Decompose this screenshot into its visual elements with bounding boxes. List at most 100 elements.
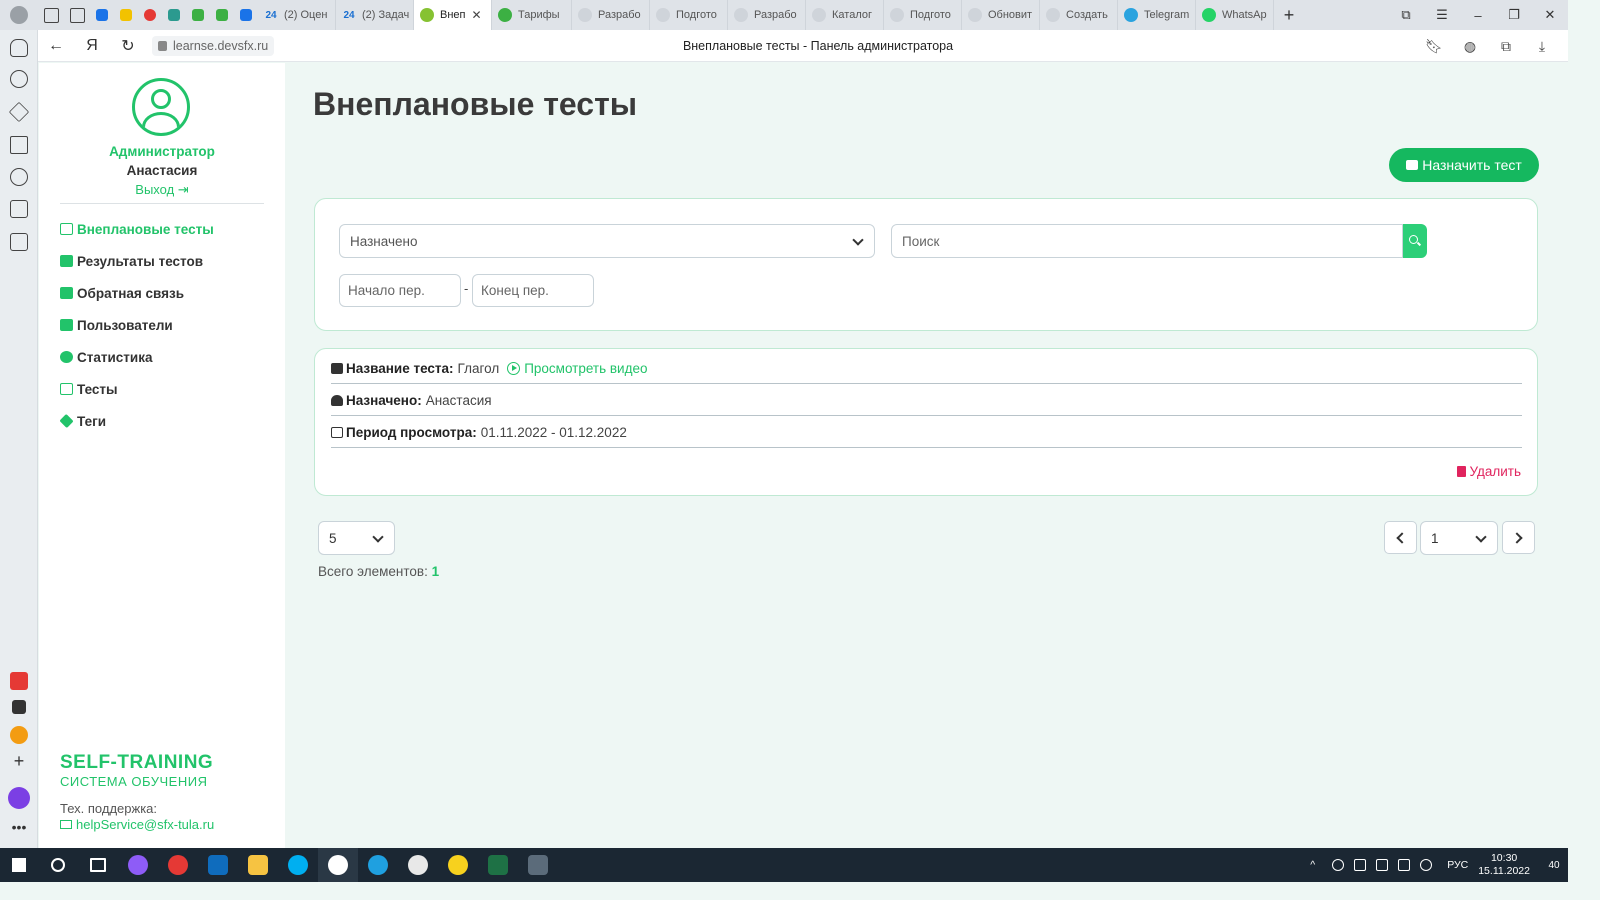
- taskbar-yandex[interactable]: [158, 848, 198, 882]
- reload-button[interactable]: ↻: [110, 30, 146, 62]
- close-tab-icon[interactable]: ✕: [472, 8, 482, 22]
- app-yandex-icon[interactable]: [10, 726, 28, 744]
- windows-icon: [12, 858, 26, 872]
- calendar-icon[interactable]: [10, 200, 28, 218]
- assign-test-button[interactable]: Назначить тест: [1389, 148, 1539, 182]
- taskbar-excel[interactable]: [478, 848, 518, 882]
- history-icon[interactable]: [10, 70, 28, 88]
- bookmark-icon[interactable]: 🔖︎: [1416, 38, 1452, 55]
- period-start-input[interactable]: Начало пер.: [339, 274, 461, 307]
- taskbar-yandex-browser[interactable]: [318, 848, 358, 882]
- browser-tab[interactable]: Telegram: [1118, 0, 1196, 30]
- profile-avatar[interactable]: [0, 0, 38, 30]
- pinned-tab-1[interactable]: [90, 0, 114, 30]
- pinned-tab-2[interactable]: [114, 0, 138, 30]
- taskbar-outlook[interactable]: [198, 848, 238, 882]
- star-icon[interactable]: [8, 101, 30, 123]
- logout-link[interactable]: Выход ⇥: [39, 182, 285, 198]
- sidebar-item-statistics[interactable]: Статистика: [60, 347, 152, 367]
- pinned-tab-3[interactable]: [138, 0, 162, 30]
- pinned-tab-20[interactable]: [38, 0, 64, 30]
- browser-tab[interactable]: Каталог: [806, 0, 884, 30]
- bell-icon[interactable]: [10, 39, 28, 57]
- view-video-link[interactable]: Просмотреть видео: [507, 361, 648, 376]
- volume-icon[interactable]: [1420, 859, 1433, 871]
- clock-time: 10:30: [1490, 852, 1518, 864]
- display-icon[interactable]: [1398, 859, 1411, 871]
- notifications-button[interactable]: 40: [1540, 848, 1568, 882]
- period-end-input[interactable]: Конец пер.: [472, 274, 594, 307]
- search-button[interactable]: [1403, 224, 1427, 258]
- taskbar-search[interactable]: [38, 848, 78, 882]
- sidebar-item-test-results[interactable]: Результаты тестов: [60, 251, 203, 271]
- folder-icon: [69, 7, 85, 23]
- app-b-icon[interactable]: [12, 700, 26, 714]
- restore-icon[interactable]: ❐: [1496, 7, 1532, 23]
- microphone-icon[interactable]: [1332, 859, 1345, 871]
- pinned-tab-4[interactable]: [162, 0, 186, 30]
- menu-icon[interactable]: ☰: [1424, 7, 1460, 23]
- play-icon[interactable]: [10, 168, 28, 186]
- browser-tab[interactable]: Разрабо: [728, 0, 806, 30]
- taskbar-skype[interactable]: [278, 848, 318, 882]
- browser-tab[interactable]: 24 (2) Задач: [336, 0, 414, 30]
- browser-tab[interactable]: Подгото: [650, 0, 728, 30]
- taskbar-task-view[interactable]: [78, 848, 118, 882]
- url-field[interactable]: learnse.devsfx.ru: [152, 35, 275, 56]
- pinned-tab-7[interactable]: [234, 0, 258, 30]
- browser-tab[interactable]: 24 (2) Оцен: [258, 0, 336, 30]
- tab-manager-icon[interactable]: ⧉: [1388, 7, 1424, 23]
- sidebar-item-tests[interactable]: Тесты: [60, 379, 118, 399]
- screenshot-icon[interactable]: [10, 233, 28, 251]
- start-button[interactable]: [0, 848, 38, 882]
- per-page-select[interactable]: 5: [318, 521, 395, 555]
- assigned-select[interactable]: Назначено: [339, 224, 875, 258]
- globe-icon[interactable]: ◍: [1452, 38, 1488, 55]
- browser-tab[interactable]: Тарифы: [492, 0, 572, 30]
- prev-page-button[interactable]: [1384, 521, 1417, 554]
- sidebar-item-unplanned-tests[interactable]: Внеплановые тесты: [60, 219, 214, 239]
- collections-icon[interactable]: [10, 136, 28, 154]
- browser-tab[interactable]: Обновит: [962, 0, 1040, 30]
- pinned-tab-6[interactable]: [210, 0, 234, 30]
- browser-tab[interactable]: Разрабо: [572, 0, 650, 30]
- taskbar-1c[interactable]: [438, 848, 478, 882]
- network-icon[interactable]: [1376, 859, 1389, 871]
- chevron-up-icon[interactable]: ^: [1310, 859, 1322, 871]
- pinned-tab-5[interactable]: [186, 0, 210, 30]
- yandex-button[interactable]: Я: [74, 30, 110, 62]
- support-email-link[interactable]: helpService@sfx-tula.ru: [60, 817, 214, 832]
- more-icon[interactable]: •••: [10, 820, 28, 838]
- app-f-icon[interactable]: [10, 672, 28, 690]
- sidebar-item-tags[interactable]: Теги: [59, 411, 106, 431]
- close-window-icon[interactable]: ✕: [1532, 7, 1568, 23]
- pinned-tab-folder[interactable]: [64, 0, 90, 30]
- new-tab-button[interactable]: +: [1274, 0, 1304, 30]
- browser-tab[interactable]: WhatsAp: [1196, 0, 1274, 30]
- sidebar-item-users[interactable]: Пользователи: [60, 315, 173, 335]
- browser-tab-active[interactable]: Внеп ✕: [414, 0, 492, 30]
- language-indicator[interactable]: РУС: [1447, 859, 1468, 871]
- browser-tab[interactable]: Создать: [1040, 0, 1118, 30]
- add-panel-icon[interactable]: +: [10, 752, 28, 770]
- taskbar-slack[interactable]: [398, 848, 438, 882]
- taskbar-explorer[interactable]: [238, 848, 278, 882]
- camera-icon[interactable]: [1354, 859, 1367, 871]
- page-select[interactable]: 1: [1420, 521, 1498, 555]
- browser-tab[interactable]: Подгото: [884, 0, 962, 30]
- delete-button[interactable]: Удалить: [1457, 464, 1521, 479]
- taskbar-calculator[interactable]: [518, 848, 558, 882]
- clock[interactable]: 10:30 15.11.2022: [1478, 852, 1530, 878]
- chevron-down-icon: [1475, 531, 1487, 543]
- alice-icon[interactable]: [8, 787, 30, 809]
- minimize-icon[interactable]: –: [1460, 8, 1496, 23]
- next-page-button[interactable]: [1502, 521, 1535, 554]
- taskbar-alice[interactable]: [118, 848, 158, 882]
- download-icon[interactable]: ⤓: [1524, 38, 1560, 55]
- search-input[interactable]: Поиск: [891, 224, 1403, 258]
- taskbar-edge[interactable]: [358, 848, 398, 882]
- collections-icon[interactable]: ⧉: [1488, 38, 1524, 55]
- back-button[interactable]: ←: [38, 30, 74, 62]
- sidebar-item-feedback[interactable]: Обратная связь: [60, 283, 184, 303]
- support-email: helpService@sfx-tula.ru: [76, 817, 215, 832]
